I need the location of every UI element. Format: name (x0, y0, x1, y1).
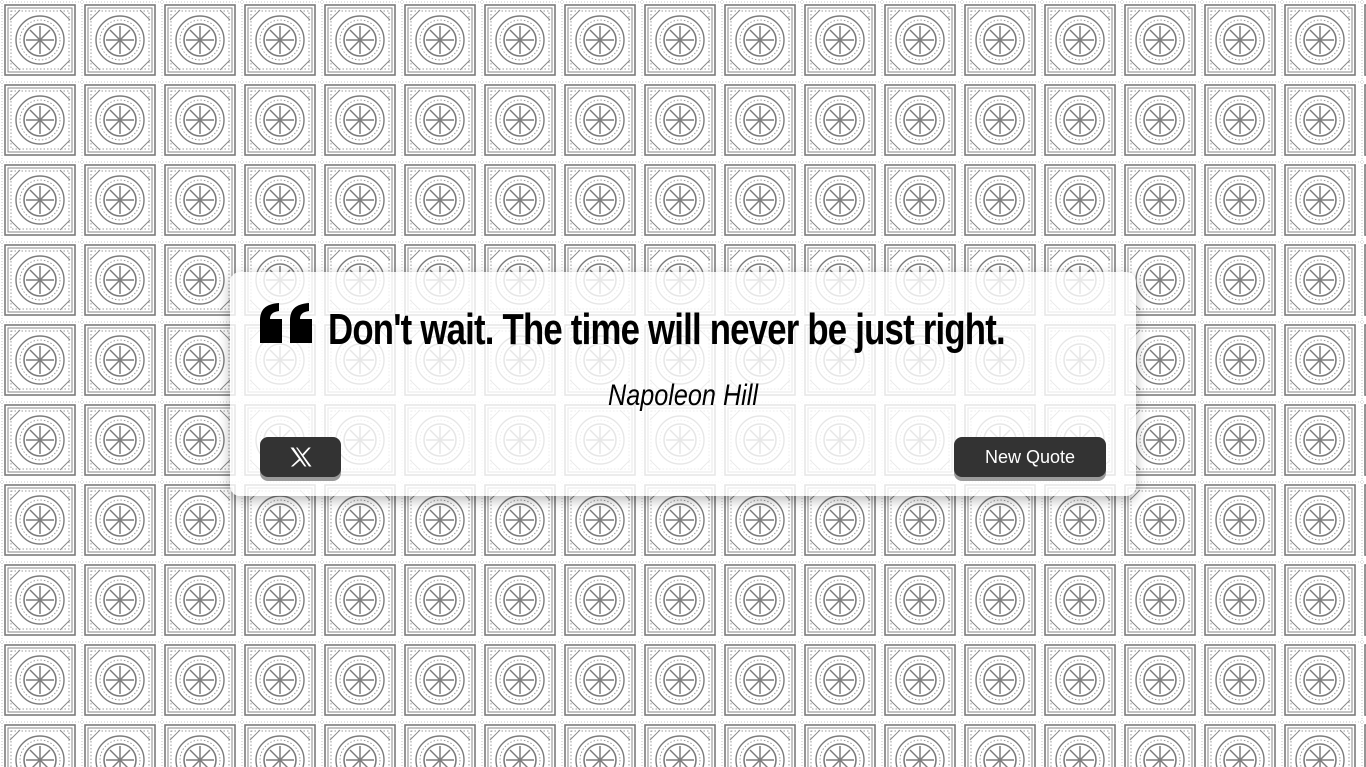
quote-left-icon (260, 303, 312, 343)
quote-card: Don't wait. The time will never be just … (230, 272, 1136, 496)
quote-author: Napoleon Hill (608, 379, 758, 412)
new-quote-button[interactable]: New Quote (954, 437, 1106, 477)
quote-row: Don't wait. The time will never be just … (258, 302, 1185, 362)
x-logo-icon (290, 447, 311, 467)
quote-text: Don't wait. The time will never be just … (328, 305, 1006, 354)
share-on-x-button[interactable] (260, 437, 341, 477)
